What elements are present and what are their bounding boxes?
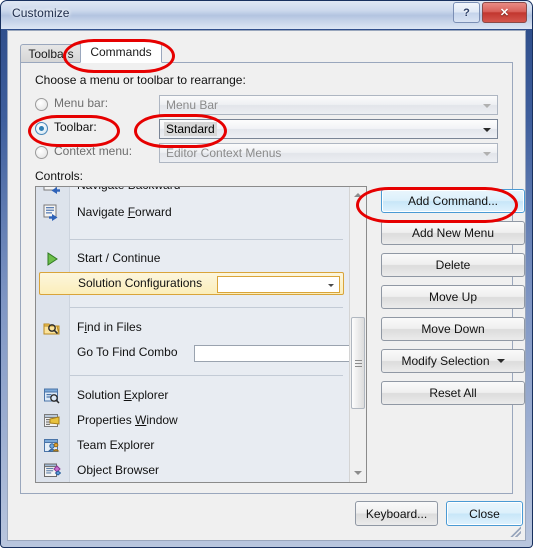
list-item[interactable]: Navigate Forward <box>36 201 349 226</box>
label-menu-bar: Menu bar: <box>54 96 109 110</box>
help-button[interactable]: ? <box>453 2 480 23</box>
list-item[interactable]: Object Browser <box>36 459 349 482</box>
move-up-button[interactable]: Move Up <box>381 285 525 309</box>
scrollbar-thumb[interactable] <box>351 317 365 409</box>
team-explorer-icon <box>43 437 61 455</box>
combo-context-menu[interactable]: Editor Context Menus <box>159 143 498 163</box>
close-button[interactable]: Close <box>446 501 523 526</box>
combo-menu-bar[interactable]: Menu Bar <box>159 95 498 115</box>
chevron-down-icon <box>496 359 505 363</box>
modify-selection-button[interactable]: Modify Selection <box>381 349 525 373</box>
list-item-label: Team Explorer <box>77 438 155 452</box>
list-item[interactable]: Go To Find Combo <box>36 341 349 366</box>
list-item[interactable]: Properties Window <box>36 409 349 434</box>
list-item[interactable]: Navigate Backward <box>36 187 349 199</box>
list-item-label: Solution Configurations <box>78 276 203 290</box>
target-option-context-menu[interactable]: Context menu: Editor Context Menus <box>35 143 498 163</box>
navigate-forward-icon <box>43 204 61 222</box>
solution-configurations-combo[interactable] <box>217 276 340 293</box>
radio-menu-bar[interactable] <box>35 98 48 111</box>
list-item-label: Start / Continue <box>77 251 161 265</box>
solution-explorer-icon <box>43 387 61 405</box>
scroll-down-button[interactable] <box>350 465 366 482</box>
title-bar[interactable]: Customize ? ✕ <box>1 1 532 29</box>
dialog-client-area: Toolbars Commands Choose a menu or toolb… <box>7 30 526 541</box>
target-option-menu-bar[interactable]: Menu bar: Menu Bar <box>35 95 498 115</box>
combo-context-menu-value: Editor Context Menus <box>166 146 282 160</box>
window-title: Customize <box>12 6 70 20</box>
list-item-label: Find in Files <box>77 320 142 334</box>
label-context-menu: Context menu: <box>54 144 133 158</box>
tab-toolbars[interactable]: Toolbars <box>20 44 82 63</box>
list-item-label: Navigate Backward <box>77 187 180 192</box>
delete-button[interactable]: Delete <box>381 253 525 277</box>
add-new-menu-button[interactable]: Add New Menu <box>381 221 525 245</box>
grip-icon <box>355 360 362 367</box>
move-down-button[interactable]: Move Down <box>381 317 525 341</box>
list-item[interactable]: Start / Continue <box>36 247 349 272</box>
resize-grip-icon[interactable] <box>509 525 521 537</box>
list-item[interactable]: Solution Explorer <box>36 384 349 409</box>
commands-tab-panel: Choose a menu or toolbar to rearrange: M… <box>20 62 525 494</box>
keyboard-button[interactable]: Keyboard... <box>355 501 438 526</box>
list-item-selected[interactable]: Solution Configurations <box>39 272 344 295</box>
object-browser-icon <box>43 462 62 480</box>
combo-menu-bar-value: Menu Bar <box>166 98 219 112</box>
add-command-button[interactable]: Add Command... <box>381 189 525 213</box>
list-item-label: Object Browser <box>77 463 160 477</box>
customize-dialog-window: Customize ? ✕ Toolbars Commands Choose a… <box>0 0 533 548</box>
list-item[interactable]: Team Explorer <box>36 434 349 459</box>
modify-selection-label: Modify Selection <box>401 354 490 368</box>
controls-list-viewport: Navigate Backward <box>36 187 349 482</box>
chevron-down-icon <box>483 104 491 108</box>
list-separator <box>70 375 343 376</box>
go-to-find-combo[interactable] <box>194 345 349 362</box>
chevron-down-icon <box>328 284 334 287</box>
reset-all-button[interactable]: Reset All <box>381 381 525 405</box>
list-item-label: Navigate Forward <box>77 205 172 219</box>
navigate-backward-icon <box>43 187 61 195</box>
combo-toolbar-value: Standard <box>164 122 217 136</box>
close-window-button[interactable]: ✕ <box>482 2 527 23</box>
list-item-label: Go To Find Combo <box>77 345 178 359</box>
target-option-toolbar[interactable]: Toolbar: Standard <box>35 119 498 139</box>
controls-label: Controls: <box>35 169 84 183</box>
find-in-files-icon <box>43 319 61 337</box>
combo-toolbar[interactable]: Standard <box>159 119 498 139</box>
list-separator <box>70 239 343 240</box>
scroll-up-button[interactable] <box>350 187 366 204</box>
caret-down-icon <box>354 471 362 475</box>
list-item-label: Properties Window <box>77 413 178 427</box>
start-continue-icon <box>43 250 61 268</box>
tab-strip: Toolbars Commands <box>20 41 513 63</box>
list-separator <box>70 307 343 308</box>
controls-list-scrollbar[interactable] <box>349 187 366 482</box>
choose-target-prompt: Choose a menu or toolbar to rearrange: <box>35 73 246 87</box>
tab-commands[interactable]: Commands <box>80 41 162 63</box>
caret-up-icon <box>354 193 362 197</box>
label-toolbar: Toolbar: <box>54 120 97 134</box>
chevron-down-icon <box>483 152 491 156</box>
list-item-label: Solution Explorer <box>77 388 169 402</box>
list-item[interactable]: Find in Files <box>36 316 349 341</box>
radio-context-menu[interactable] <box>35 146 48 159</box>
radio-toolbar[interactable] <box>35 122 48 135</box>
controls-list[interactable]: Navigate Backward <box>35 186 367 483</box>
chevron-down-icon <box>483 128 491 132</box>
properties-window-icon <box>43 412 61 430</box>
